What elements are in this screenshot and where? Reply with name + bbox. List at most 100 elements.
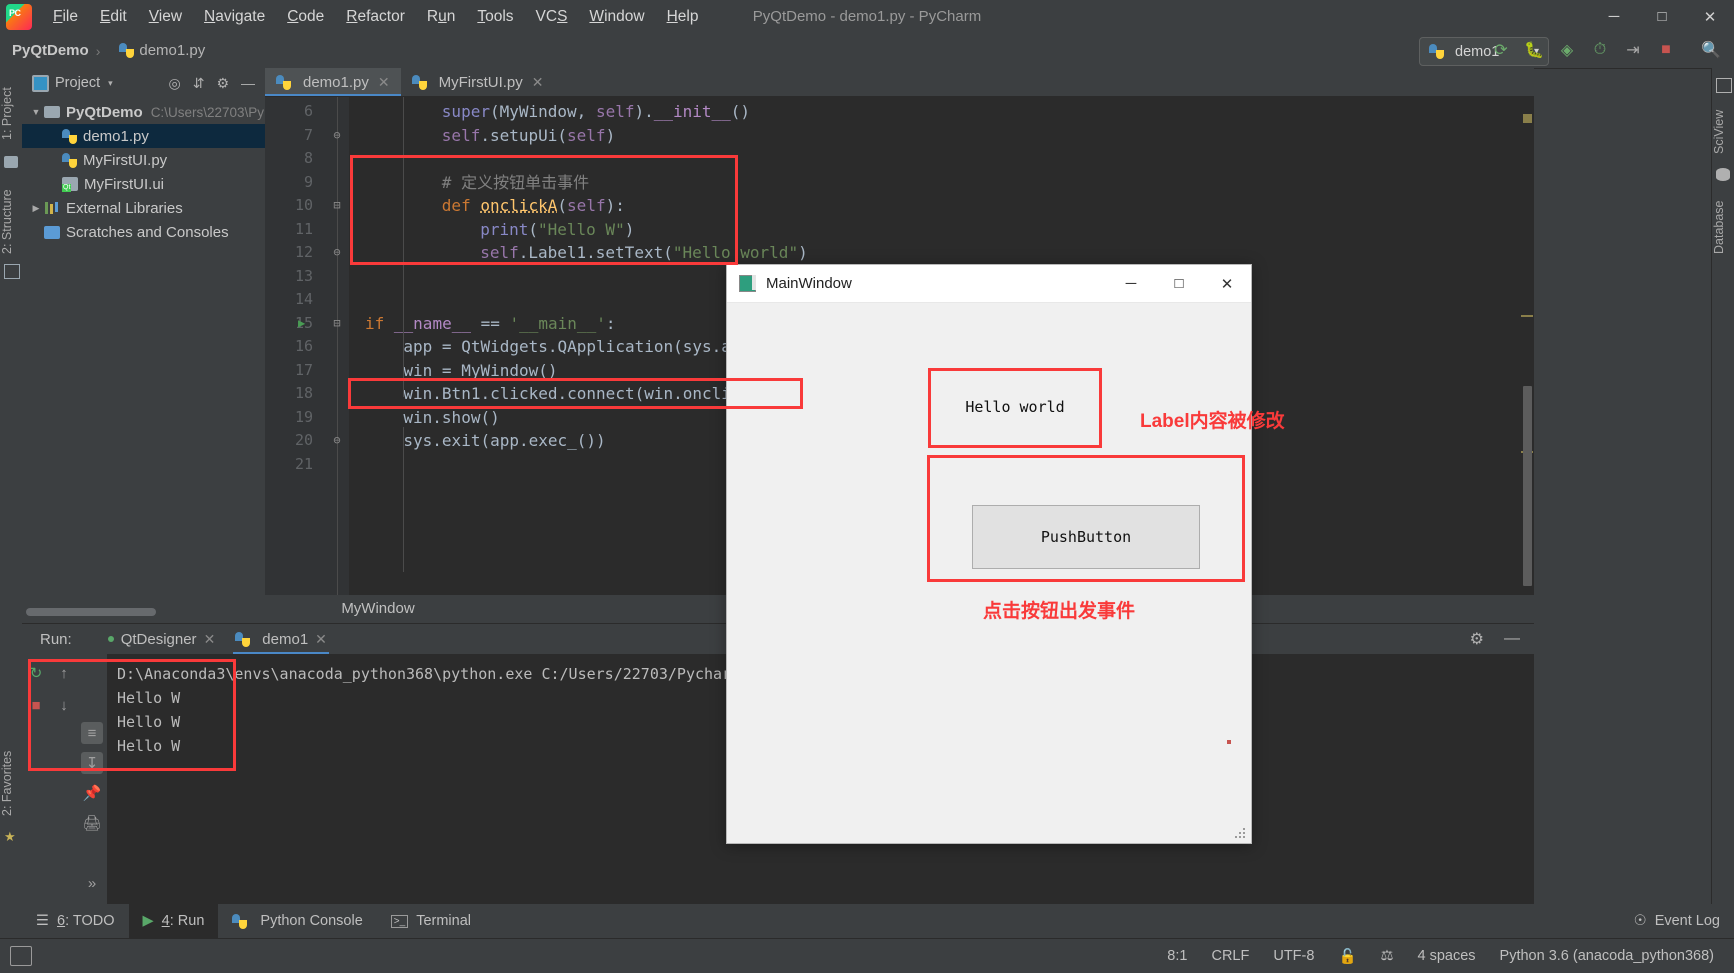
tree-item-external-libraries[interactable]: ▶External Libraries <box>22 196 265 220</box>
qt-minimize-button[interactable]: ─ <box>1107 265 1155 302</box>
expand-arrow-icon[interactable]: ▼ <box>28 107 44 117</box>
code-line: 10⊟def onclickA(self): <box>265 194 1534 218</box>
code-line: 8 <box>265 147 1534 171</box>
sidebar-tab-sciview[interactable]: SciView <box>1712 98 1734 166</box>
toggle-tool-windows-icon[interactable] <box>10 946 32 966</box>
fold-toggle-icon[interactable]: ⊟ <box>329 312 345 336</box>
caret-position[interactable]: 8:1 <box>1167 948 1187 964</box>
fold-toggle-icon[interactable]: ⊖ <box>329 429 345 453</box>
maximize-button[interactable]: □ <box>1638 0 1686 33</box>
close-icon[interactable]: ✕ <box>204 631 216 648</box>
close-icon[interactable]: ✕ <box>315 631 327 648</box>
menu-edit[interactable]: Edit <box>89 4 138 30</box>
run-gutter-icon[interactable]: ▶ <box>298 312 305 336</box>
resize-grip-icon[interactable] <box>1233 826 1247 840</box>
unlocked-icon[interactable]: 🔓 <box>1338 948 1356 965</box>
event-log-button[interactable]: ☉ Event Log <box>1634 904 1720 938</box>
menu-window[interactable]: Window <box>578 4 655 30</box>
menu-tools[interactable]: Tools <box>466 4 524 30</box>
menu-code[interactable]: Code <box>276 4 335 30</box>
chevron-down-icon[interactable]: ▾ <box>108 78 113 89</box>
code-text: win = MyWindow() <box>403 359 557 383</box>
pin-icon[interactable]: 📌 <box>81 782 103 804</box>
git-branch-icon[interactable]: ⚖ <box>1381 948 1394 964</box>
code-line: 11print("Hello W") <box>265 218 1534 242</box>
profile-icon[interactable]: ⏱ <box>1589 39 1611 61</box>
run-icon[interactable]: ⟳ <box>1490 39 1512 61</box>
tree-item-label: Scratches and Consoles <box>66 224 229 241</box>
print-icon[interactable]: 🖨 <box>81 812 103 834</box>
bottom-tab-terminal[interactable]: >_ Terminal <box>377 904 485 938</box>
line-separator[interactable]: CRLF <box>1211 948 1249 964</box>
qt-maximize-button[interactable]: □ <box>1155 265 1203 302</box>
fold-toggle-icon[interactable]: ⊖ <box>329 124 345 148</box>
stop-icon[interactable]: ■ <box>25 694 47 716</box>
scrollbar-thumb[interactable] <box>1523 386 1532 586</box>
sidebar-tab-project[interactable]: 1: Project <box>0 72 22 156</box>
tree-item-scratches-and-consoles[interactable]: Scratches and Consoles <box>22 220 265 244</box>
hide-icon[interactable]: — <box>1504 630 1520 648</box>
run-tab-demo1[interactable]: demo1 ✕ <box>225 624 337 654</box>
editor-tab-demo1-py[interactable]: demo1.py✕ <box>265 68 401 96</box>
menu-refactor[interactable]: Refactor <box>335 4 416 30</box>
todo-icon: ☰ <box>36 913 49 929</box>
bottom-tab-run[interactable]: ▶ 4: Run <box>129 904 219 938</box>
menu-file[interactable]: File <box>42 4 89 30</box>
debug-icon[interactable]: 🐛 <box>1523 39 1545 61</box>
editor-tab-myfirstui-py[interactable]: MyFirstUI.py✕ <box>401 68 555 96</box>
collapse-all-icon[interactable]: ⇵ <box>193 75 205 92</box>
menu-help[interactable]: Help <box>656 4 710 30</box>
breadcrumb-file[interactable]: demo1.py <box>107 42 205 59</box>
qt-push-button[interactable]: PushButton <box>972 505 1200 569</box>
horizontal-scrollbar-thumb[interactable] <box>26 608 156 616</box>
code-text: # 定义按钮单击事件 <box>442 171 589 195</box>
bottom-tab-python-console[interactable]: Python Console <box>218 904 376 938</box>
sidebar-tab-structure[interactable]: 2: Structure <box>0 178 22 266</box>
stop-icon[interactable]: ■ <box>1655 39 1677 61</box>
file-encoding[interactable]: UTF-8 <box>1273 948 1314 964</box>
indent-setting[interactable]: 4 spaces <box>1418 948 1476 964</box>
menu-run[interactable]: Run <box>416 4 466 30</box>
code-text: self.setupUi(self) <box>442 124 615 148</box>
tree-item-myfirstui-py[interactable]: MyFirstUI.py <box>22 148 265 172</box>
breadcrumb-project[interactable]: PyQtDemo <box>0 42 89 59</box>
tree-item-myfirstui-ui[interactable]: MyFirstUI.ui <box>22 172 265 196</box>
line-number: 14 <box>265 288 313 312</box>
close-icon[interactable]: ✕ <box>378 74 390 91</box>
fold-toggle-icon[interactable]: ⊟ <box>329 194 345 218</box>
menu-view[interactable]: View <box>138 4 193 30</box>
gear-icon[interactable]: ⚙ <box>216 75 229 92</box>
qt-close-button[interactable]: ✕ <box>1203 265 1251 302</box>
search-everywhere-icon[interactable]: 🔍 <box>1700 39 1722 61</box>
fold-toggle-icon[interactable]: ⊖ <box>329 241 345 265</box>
close-icon[interactable]: ✕ <box>532 74 544 91</box>
run-tab-qtdesigner[interactable]: QtDesigner ✕ <box>98 624 226 654</box>
balloon-icon: ☉ <box>1634 913 1647 929</box>
python-interpreter[interactable]: Python 3.6 (anacoda_python368) <box>1500 948 1714 964</box>
more-icon[interactable]: » <box>81 872 103 894</box>
editor-scrollbar[interactable] <box>1521 96 1534 595</box>
menu-navigate[interactable]: Navigate <box>193 4 276 30</box>
soft-wrap-icon[interactable]: ≡ <box>81 722 103 744</box>
bottom-tab-todo[interactable]: ☰ 6: TODO <box>22 904 129 938</box>
down-icon[interactable]: ↓ <box>53 694 75 716</box>
qt-title-bar: MainWindow ─ □ ✕ <box>727 265 1251 303</box>
line-number: 10 <box>265 194 313 218</box>
qt-main-window[interactable]: MainWindow ─ □ ✕ Hello world PushButton <box>726 264 1252 844</box>
tree-item-demo1-py[interactable]: demo1.py <box>22 124 265 148</box>
tree-item-pyqtdemo[interactable]: ▼PyQtDemoC:\Users\22703\Py <box>22 100 265 124</box>
locate-icon[interactable]: ◎ <box>168 75 180 92</box>
menu-vcs[interactable]: VCS <box>525 4 579 30</box>
run-coverage-icon[interactable]: ◈ <box>1556 39 1578 61</box>
close-button[interactable]: ✕ <box>1686 0 1734 33</box>
attach-icon[interactable]: ⇥ <box>1622 39 1644 61</box>
collapse-arrow-icon[interactable]: ▶ <box>28 203 44 214</box>
up-icon[interactable]: ↑ <box>53 662 75 684</box>
gear-icon[interactable]: ⚙ <box>1470 629 1484 649</box>
sidebar-tab-favorites[interactable]: 2: Favorites <box>0 738 22 828</box>
rerun-icon[interactable]: ↻ <box>25 662 47 684</box>
hide-icon[interactable]: — <box>241 75 255 91</box>
scroll-to-end-icon[interactable]: ↧ <box>81 752 103 774</box>
sidebar-tab-database[interactable]: Database <box>1712 188 1734 266</box>
minimize-button[interactable]: ─ <box>1590 0 1638 33</box>
